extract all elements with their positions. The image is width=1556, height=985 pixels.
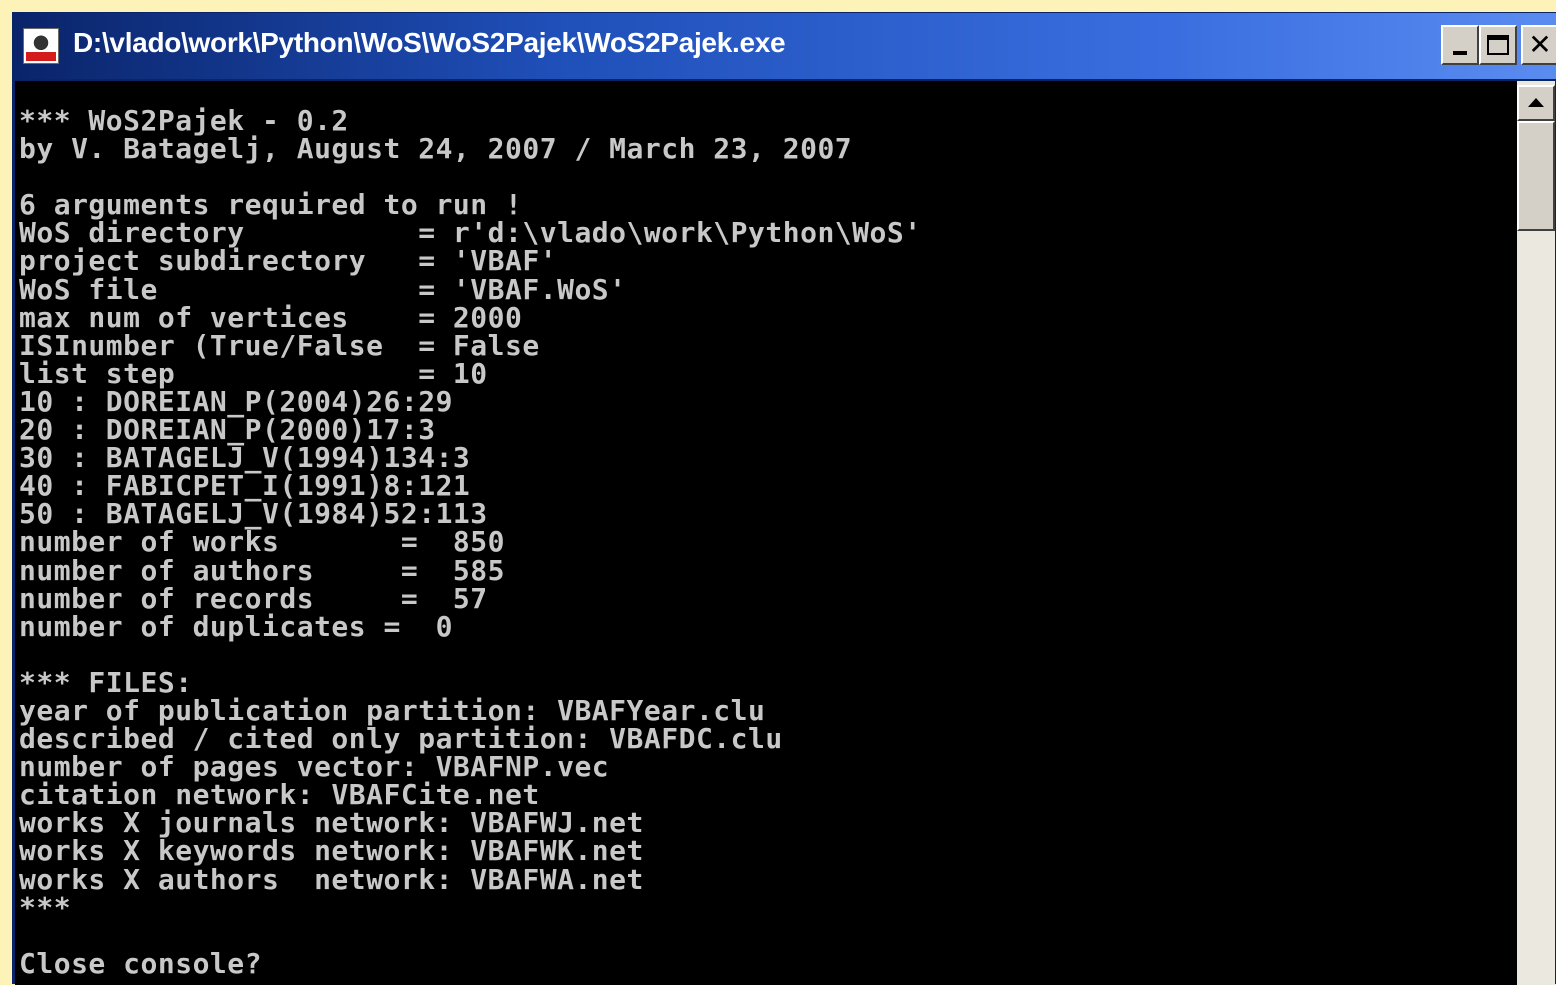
console-line: number of authors = 585 (19, 553, 506, 587)
console-line: 50 : BATAGELJ_V(1984)52:113 (19, 497, 488, 531)
maximize-icon (1487, 35, 1509, 55)
console-line: *** WoS2Pajek - 0.2 (19, 104, 349, 137)
console-line: 40 : FABICPET_I(1991)8:121 (19, 469, 471, 503)
console-line: WoS directory = r'd:\vlado\work\Python\W… (19, 216, 922, 250)
console-line: described / cited only partition: VBAFDC… (19, 722, 783, 756)
scroll-up-arrow-icon[interactable] (1517, 85, 1555, 121)
console-window: D:\vlado\work\Python\WoS\WoS2Pajek\WoS2P… (12, 12, 1556, 985)
close-icon: ✕ (1528, 28, 1552, 61)
console-line: project subdirectory = 'VBAF' (19, 244, 558, 278)
console-line: *** (19, 890, 72, 924)
console-line: *** FILES: (19, 665, 193, 699)
bird-logo-graphic (27, 32, 55, 50)
console-line: works X authors network: VBAFWA.net (19, 862, 644, 896)
console-line: list step = 10 (19, 356, 488, 390)
console-line: 20 : DOREIAN_P(2000)17:3 (19, 413, 436, 447)
console-line: number of duplicates = 0 (19, 609, 453, 643)
red-label-graphic (26, 52, 56, 61)
console-line: WoS file = 'VBAF.WoS' (19, 272, 627, 306)
title-bar[interactable]: D:\vlado\work\Python\WoS\WoS2Pajek\WoS2P… (13, 13, 1556, 79)
console-output[interactable]: *** WoS2Pajek - 0.2 by V. Batagelj, Augus… (19, 81, 1515, 985)
window-title: D:\vlado\work\Python\WoS\WoS2Pajek\WoS2P… (73, 27, 786, 58)
console-client-area[interactable]: *** WoS2Pajek - 0.2 by V. Batagelj, Augus… (15, 81, 1555, 985)
console-line: 30 : BATAGELJ_V(1994)134:3 (19, 441, 471, 475)
console-line: works X keywords network: VBAFWK.net (19, 834, 644, 868)
console-line: works X journals network: VBAFWJ.net (19, 806, 644, 840)
console-line: year of publication partition: VBAFYear.… (19, 693, 766, 727)
scroll-thumb[interactable] (1517, 121, 1555, 231)
console-line: 10 : DOREIAN_P(2004)26:29 (19, 384, 453, 418)
console-line: number of pages vector: VBAFNP.vec (19, 750, 610, 784)
minimize-button[interactable] (1441, 25, 1479, 65)
console-line: by V. Batagelj, August 24, 2007 / March … (19, 132, 853, 166)
console-line: number of records = 57 (19, 581, 488, 615)
pajek-app-icon[interactable] (23, 28, 59, 64)
close-button[interactable]: ✕ (1521, 25, 1556, 65)
vertical-scrollbar[interactable] (1517, 81, 1555, 985)
console-line: 6 arguments required to run ! (19, 188, 523, 222)
maximize-button[interactable] (1479, 25, 1517, 65)
console-line: ISInumber (True/False = False (19, 328, 540, 362)
minimize-icon (1453, 51, 1467, 55)
console-line: citation network: VBAFCite.net (19, 778, 540, 812)
console-line: number of works = 850 (19, 525, 506, 559)
console-line: max num of vertices = 2000 (19, 300, 523, 334)
console-line: Close console? (19, 946, 263, 980)
